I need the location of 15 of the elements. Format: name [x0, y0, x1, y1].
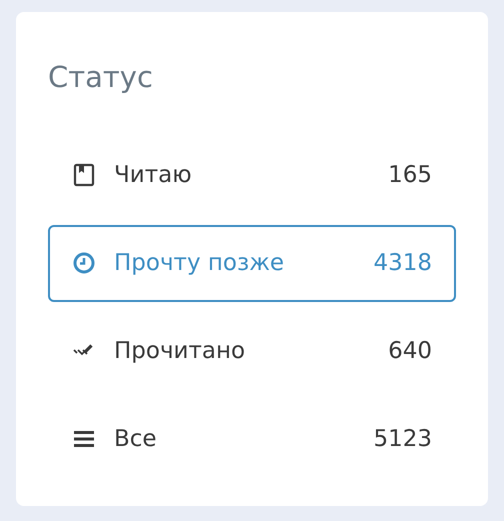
status-item[interactable]: Все 5123	[48, 400, 456, 478]
status-count: 165	[388, 161, 432, 190]
status-label: Читаю	[114, 161, 192, 190]
book-icon	[72, 163, 96, 188]
status-item[interactable]: Прочитано 640	[48, 312, 456, 390]
status-item[interactable]: Прочту позже 4318	[48, 224, 456, 302]
status-label: Прочту позже	[114, 249, 284, 278]
status-label: Прочитано	[114, 337, 246, 366]
clock-icon	[72, 251, 96, 276]
card-title: Статус	[48, 60, 154, 95]
status-count: 4318	[373, 249, 432, 278]
status-item[interactable]: Читаю 165	[48, 136, 456, 214]
status-count: 640	[388, 337, 432, 366]
status-label: Все	[114, 425, 157, 454]
status-count: 5123	[373, 425, 432, 454]
